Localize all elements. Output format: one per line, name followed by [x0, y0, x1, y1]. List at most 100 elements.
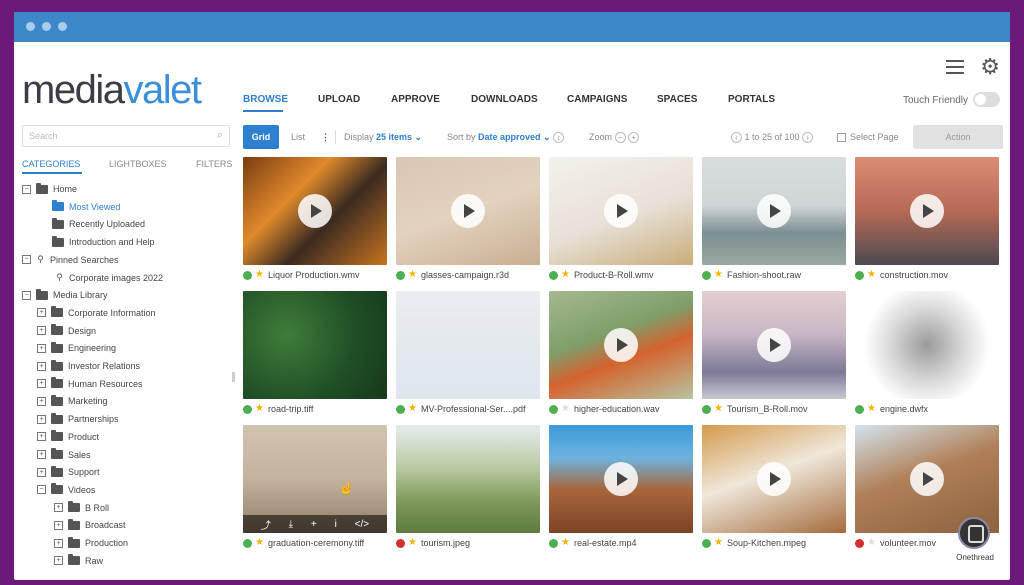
nav-tab-portals[interactable]: PORTALS — [728, 94, 775, 105]
asset-thumbnail[interactable] — [396, 425, 540, 533]
asset-name[interactable]: Product-B-Roll.wmv — [574, 270, 654, 280]
asset-card[interactable]: ★ higher-education.wav — [549, 291, 693, 417]
asset-name[interactable]: road-trip.tiff — [268, 404, 313, 414]
left-tab-filters[interactable]: FILTERS — [196, 159, 232, 169]
asset-card[interactable]: ★ tourism.jpeg — [396, 425, 540, 551]
play-icon[interactable] — [757, 194, 791, 228]
asset-name[interactable]: Tourism_B-Roll.mov — [727, 404, 808, 414]
asset-thumbnail[interactable] — [855, 291, 999, 399]
tree-item[interactable]: + Product — [37, 430, 99, 444]
favorite-star-icon[interactable]: ★ — [561, 538, 570, 548]
tree-item[interactable]: − Home — [22, 182, 77, 196]
tree-item[interactable]: + Engineering — [37, 341, 116, 355]
expand-icon[interactable]: + — [37, 414, 46, 424]
tree-item[interactable]: − Media Library — [22, 288, 108, 302]
nav-tab-campaigns[interactable]: CAMPAIGNS — [567, 94, 627, 105]
play-icon[interactable] — [604, 328, 638, 362]
play-icon[interactable] — [910, 462, 944, 496]
favorite-star-icon[interactable]: ★ — [867, 404, 876, 414]
tree-item[interactable]: + Marketing — [37, 394, 108, 408]
expand-icon[interactable]: + — [37, 396, 46, 406]
asset-thumbnail[interactable] — [243, 157, 387, 265]
expand-icon[interactable]: + — [37, 432, 46, 442]
window-dot-icon[interactable] — [58, 22, 67, 31]
asset-thumbnail[interactable] — [702, 425, 846, 533]
tree-item[interactable]: + Human Resources — [37, 377, 143, 391]
tree-item[interactable]: + Raw — [54, 554, 103, 568]
expand-icon[interactable]: + — [37, 308, 46, 318]
favorite-star-icon[interactable]: ★ — [867, 270, 876, 280]
left-tab-categories[interactable]: CATEGORIES — [22, 159, 80, 169]
collapse-icon[interactable]: − — [22, 184, 31, 194]
expand-icon[interactable]: + — [37, 467, 46, 477]
asset-card[interactable]: ★ real-estate.mp4 — [549, 425, 693, 551]
asset-name[interactable]: Soup-Kitchen.mpeg — [727, 538, 806, 548]
asset-card[interactable]: ★ Soup-Kitchen.mpeg — [702, 425, 846, 551]
mediavalet-logo[interactable]: mediavalet — [22, 68, 202, 113]
asset-card[interactable]: ★ construction.mov — [855, 157, 999, 283]
asset-thumbnail[interactable] — [549, 157, 693, 265]
asset-thumbnail[interactable] — [549, 425, 693, 533]
tree-item[interactable]: + B Roll — [54, 501, 109, 515]
asset-card[interactable]: ★ road-trip.tiff — [243, 291, 387, 417]
tree-item[interactable]: ⚲ Corporate images 2022 — [55, 271, 163, 285]
sort-direction-icon[interactable]: ↕ — [553, 132, 565, 144]
favorite-star-icon[interactable]: ★ — [561, 270, 570, 280]
favorite-star-icon[interactable]: ★ — [255, 538, 264, 548]
favorite-star-icon[interactable]: ★ — [714, 404, 723, 414]
zoom-in-icon[interactable]: + — [628, 132, 640, 144]
window-dot-icon[interactable] — [26, 22, 35, 31]
asset-name[interactable]: MV-Professional-Ser....pdf — [421, 404, 526, 414]
expand-icon[interactable]: + — [54, 538, 63, 548]
collapse-icon[interactable]: − — [37, 485, 46, 495]
next-page-icon[interactable]: › — [802, 132, 814, 144]
favorite-star-icon[interactable]: ★ — [408, 404, 417, 414]
play-icon[interactable] — [604, 194, 638, 228]
tree-item[interactable]: + Support — [37, 465, 100, 479]
asset-card[interactable]: ★ Tourism_B-Roll.mov — [702, 291, 846, 417]
prev-page-icon[interactable]: ‹ — [731, 132, 742, 144]
asset-name[interactable]: graduation-ceremony.tiff — [268, 538, 364, 548]
tree-item[interactable]: − Videos — [37, 483, 95, 497]
asset-thumbnail[interactable] — [855, 157, 999, 265]
asset-name[interactable]: volunteer.mov — [880, 538, 936, 548]
asset-card[interactable]: ★ Product-B-Roll.wmv — [549, 157, 693, 283]
favorite-star-icon[interactable]: ★ — [561, 404, 570, 414]
nav-tab-spaces[interactable]: SPACES — [657, 94, 697, 105]
asset-card[interactable]: ⤴ ⤓ + i </> ☝ ★ graduation-ceremony.tiff — [243, 425, 387, 551]
asset-thumbnail[interactable] — [243, 291, 387, 399]
expand-icon[interactable]: + — [37, 379, 46, 389]
nav-tab-downloads[interactable]: DOWNLOADS — [471, 94, 538, 105]
favorite-star-icon[interactable]: ★ — [714, 538, 723, 548]
expand-icon[interactable]: + — [54, 520, 63, 530]
tree-item[interactable]: + Broadcast — [54, 518, 126, 532]
tree-item[interactable]: Most Viewed — [52, 200, 120, 214]
collapse-icon[interactable]: − — [22, 290, 31, 300]
asset-name[interactable]: glasses-campaign.r3d — [421, 270, 509, 280]
download-icon[interactable]: ⤓ — [289, 519, 293, 530]
tree-item[interactable]: − ⚲ Pinned Searches — [22, 253, 119, 267]
asset-card[interactable]: ★ Fashion-shoot.raw — [702, 157, 846, 283]
sort-select[interactable]: Date approved ⌄ — [478, 132, 551, 142]
touch-friendly-toggle[interactable] — [973, 92, 1000, 107]
nav-tab-approve[interactable]: APPROVE — [391, 94, 440, 105]
play-icon[interactable] — [757, 462, 791, 496]
search-input[interactable]: Search ⌕ — [22, 125, 230, 147]
share-icon[interactable]: ⤴ — [261, 517, 271, 532]
nav-tab-upload[interactable]: UPLOAD — [318, 94, 360, 105]
action-button[interactable]: Action — [913, 125, 1003, 149]
expand-icon[interactable]: + — [37, 450, 46, 459]
asset-thumbnail[interactable] — [549, 291, 693, 399]
tree-item[interactable]: + Production — [54, 536, 128, 550]
asset-thumbnail[interactable]: ⤴ ⤓ + i </> ☝ — [243, 425, 387, 533]
select-page-checkbox[interactable] — [837, 133, 846, 143]
asset-card[interactable]: ★ glasses-campaign.r3d — [396, 157, 540, 283]
asset-name[interactable]: real-estate.mp4 — [574, 538, 637, 548]
left-tab-lightboxes[interactable]: LIGHTBOXES — [109, 159, 167, 169]
display-select[interactable]: 25 items ⌄ — [376, 132, 422, 142]
collapse-icon[interactable]: − — [22, 255, 31, 265]
search-icon[interactable]: ⌕ — [217, 129, 223, 142]
gear-icon[interactable]: ⚙ — [980, 56, 1000, 78]
tree-item[interactable]: + Partnerships — [37, 412, 119, 426]
asset-name[interactable]: construction.mov — [880, 270, 948, 280]
